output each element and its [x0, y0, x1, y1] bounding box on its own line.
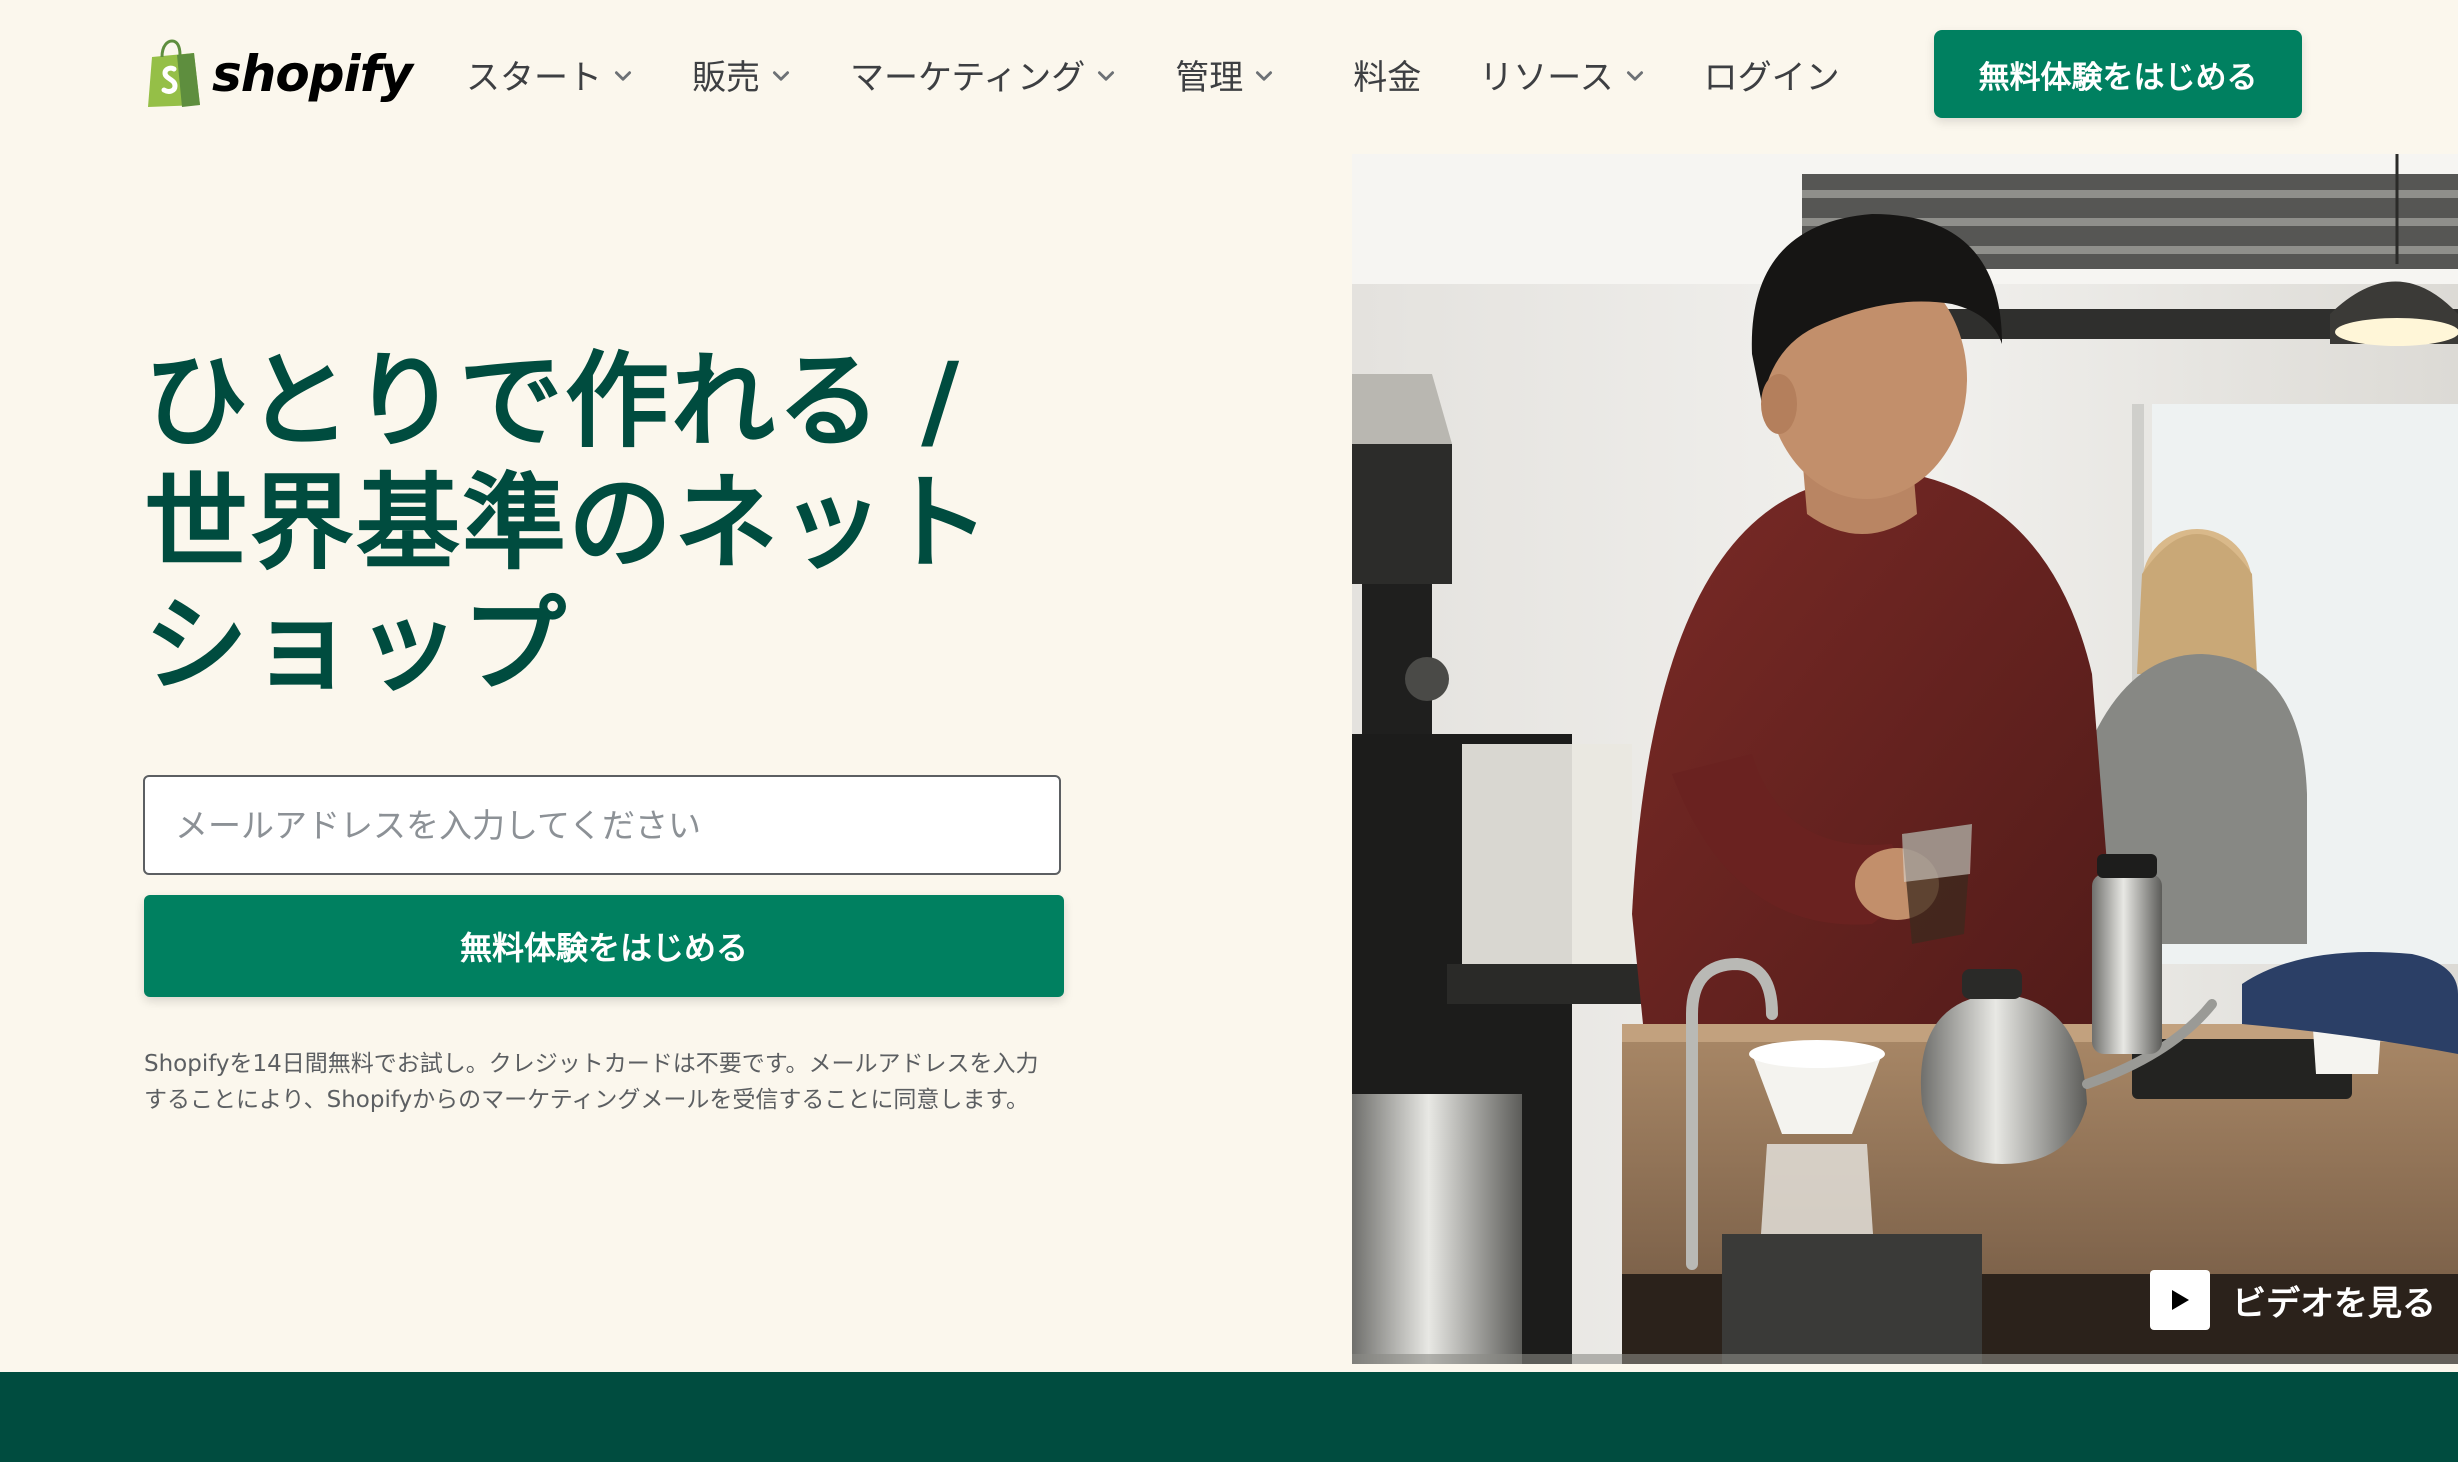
nav-item-sell[interactable]: 販売 [692, 50, 792, 99]
hero-image [1352, 154, 2458, 1364]
nav-item-label: 料金 [1353, 57, 1422, 98]
header-start-trial-button[interactable]: 無料体験をはじめる [1934, 30, 2302, 118]
logo-wordmark: shopify [212, 45, 413, 103]
hero-title: ひとりで作れる / 世界基準のネットショップ [144, 340, 993, 706]
nav-item-login[interactable]: ログイン [1704, 50, 1840, 99]
nav-item-label: スタート [466, 57, 602, 98]
nav-item-marketing[interactable]: マーケティング [850, 50, 1117, 99]
trial-disclaimer: Shopifyを14日間無料でお試し。クレジットカードは不要です。メールアドレス… [144, 1051, 1039, 1113]
nav-item-manage[interactable]: 管理 [1175, 50, 1275, 99]
chevron-down-icon [1626, 71, 1643, 81]
nav-item-label: 販売 [692, 57, 760, 98]
barista-photo [1352, 154, 2458, 1364]
nav-item-pricing[interactable]: 料金 [1353, 50, 1421, 99]
nav-item-label: リソース [1479, 57, 1614, 98]
chevron-down-icon [1098, 71, 1115, 81]
chevron-down-icon [1256, 71, 1273, 81]
watch-video-button[interactable]: ビデオを見る [2150, 1270, 2436, 1330]
nav-item-label: マーケティング [850, 57, 1086, 98]
hero-start-trial-button[interactable]: 無料体験をはじめる [144, 895, 1064, 997]
watch-video-label: ビデオを見る [2232, 1283, 2436, 1324]
next-section-band [0, 1372, 2458, 1462]
nav-item-label: 管理 [1175, 57, 1244, 98]
shopify-logo[interactable]: shopify [144, 36, 413, 112]
nav-item-start[interactable]: スタート [466, 50, 634, 99]
main-nav: スタート 販売 マーケティング 管理 料金 リソース ログイン [466, 38, 1898, 110]
nav-item-label: ログイン [1703, 57, 1840, 98]
nav-item-resources[interactable]: リソース [1479, 50, 1645, 99]
play-icon [2150, 1270, 2210, 1330]
chevron-down-icon [772, 71, 790, 81]
shopping-bag-icon [148, 39, 200, 107]
email-input[interactable] [143, 775, 1061, 875]
site-header: shopify スタート 販売 マーケティング 管理 料金 リソース ログイン [0, 0, 2458, 150]
chevron-down-icon [614, 71, 632, 81]
